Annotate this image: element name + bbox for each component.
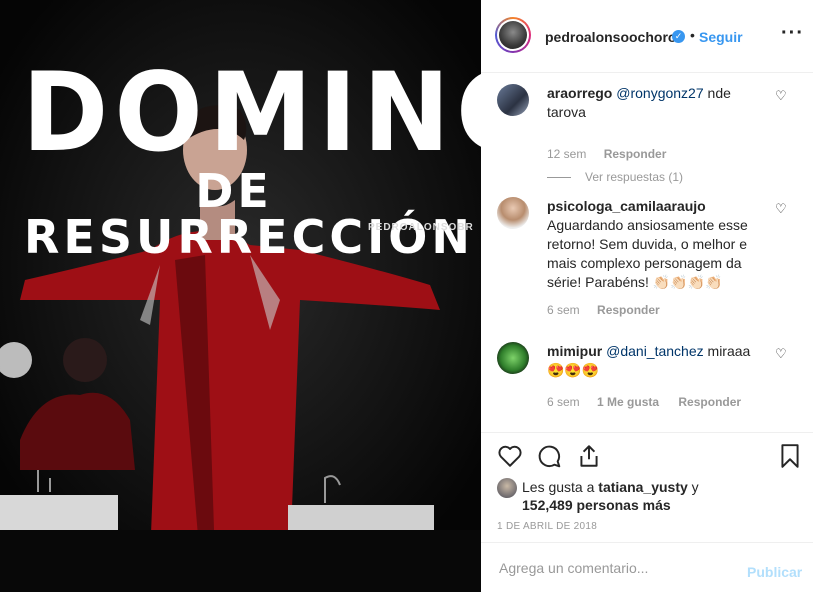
commenter-avatar[interactable] (497, 197, 529, 229)
reply-button[interactable]: Responder (678, 395, 741, 409)
likes-and: y (687, 479, 699, 495)
comment-time: 6 sem (547, 303, 580, 317)
replies-divider (547, 177, 571, 179)
verified-badge-icon: ✓ (672, 30, 685, 43)
reply-button[interactable]: Responder (597, 303, 660, 317)
view-replies-label: Ver respuestas (1) (585, 170, 684, 184)
comment-mention[interactable]: @dani_tanchez (606, 343, 704, 359)
likes-text: Les gusta a tatiana_yusty y 152,489 pers… (522, 478, 742, 514)
comment-mention[interactable]: @ronygonz27 (616, 85, 703, 101)
comment-time: 6 sem (547, 395, 580, 409)
comment-text: mimipur @dani_tanchez miraaa 😍😍😍 (547, 342, 765, 380)
author-avatar[interactable] (495, 17, 531, 53)
view-replies-button[interactable]: Ver respuestas (1) (547, 170, 683, 184)
commenter-avatar[interactable] (497, 84, 529, 116)
comment-username[interactable]: psicologa_camilaaraujo (547, 198, 706, 214)
publish-button[interactable]: Publicar (747, 564, 802, 580)
like-comment-heart-icon[interactable]: ♡ (775, 202, 787, 215)
image-title-resurreccion: DE RESURRECCIÓN (24, 164, 474, 264)
comment-text: psicologa_camilaaraujo Aguardando ansios… (547, 197, 765, 292)
likes-prefix: Les gusta a (522, 479, 599, 495)
comment-text: araorrego @ronygonz27 nde tarova (547, 84, 765, 122)
share-icon[interactable] (576, 443, 602, 469)
liker-avatar[interactable] (497, 478, 517, 498)
post-sidebar: pedroalonsoochoro ✓ • Seguir ··· araorre… (481, 0, 813, 592)
post-image[interactable]: DOMINGO DE RESURRECCIÓN PEDROALONSOBR (0, 0, 482, 592)
image-title-domingo: DOMINGO (22, 47, 481, 177)
post-header: pedroalonsoochoro ✓ • Seguir ··· (481, 0, 813, 73)
follow-button[interactable]: Seguir (699, 29, 743, 45)
like-comment-heart-icon[interactable]: ♡ (775, 347, 787, 360)
comment-username[interactable]: araorrego (547, 85, 612, 101)
liker-username[interactable]: tatiana_yusty (598, 479, 687, 495)
instagram-post: DOMINGO DE RESURRECCIÓN PEDROALONSOBR pe… (0, 0, 813, 592)
comment-input[interactable] (497, 559, 731, 577)
like-heart-icon[interactable] (497, 443, 523, 469)
comment-time: 12 sem (547, 147, 587, 161)
comment-body: Aguardando ansiosamente esse retorno! Se… (547, 217, 748, 290)
comment-meta: 12 sem Responder (547, 147, 666, 161)
comment-meta: 6 sem 1 Me gusta Responder (547, 395, 741, 409)
save-bookmark-icon[interactable] (777, 443, 803, 469)
commenter-avatar[interactable] (497, 342, 529, 374)
reply-button[interactable]: Responder (604, 147, 667, 161)
comment-likes-count[interactable]: 1 Me gusta (597, 395, 659, 409)
add-comment-bar: Publicar (481, 542, 813, 593)
image-watermark: PEDROALONSOBR (368, 222, 474, 233)
more-options-icon[interactable]: ··· (781, 22, 804, 45)
comment-meta: 6 sem Responder (547, 303, 660, 317)
post-date[interactable]: 1 DE ABRIL DE 2018 (497, 521, 597, 532)
author-username[interactable]: pedroalonsoochoro (545, 29, 676, 45)
like-comment-heart-icon[interactable]: ♡ (775, 89, 787, 102)
header-separator: • (690, 27, 695, 43)
comments-list[interactable]: araorrego @ronygonz27 nde tarova ♡ 12 se… (481, 72, 813, 432)
likes-count[interactable]: 152,489 personas más (522, 497, 671, 513)
comment-username[interactable]: mimipur (547, 343, 602, 359)
comment-bubble-icon[interactable] (536, 443, 562, 469)
post-actions (481, 432, 813, 481)
